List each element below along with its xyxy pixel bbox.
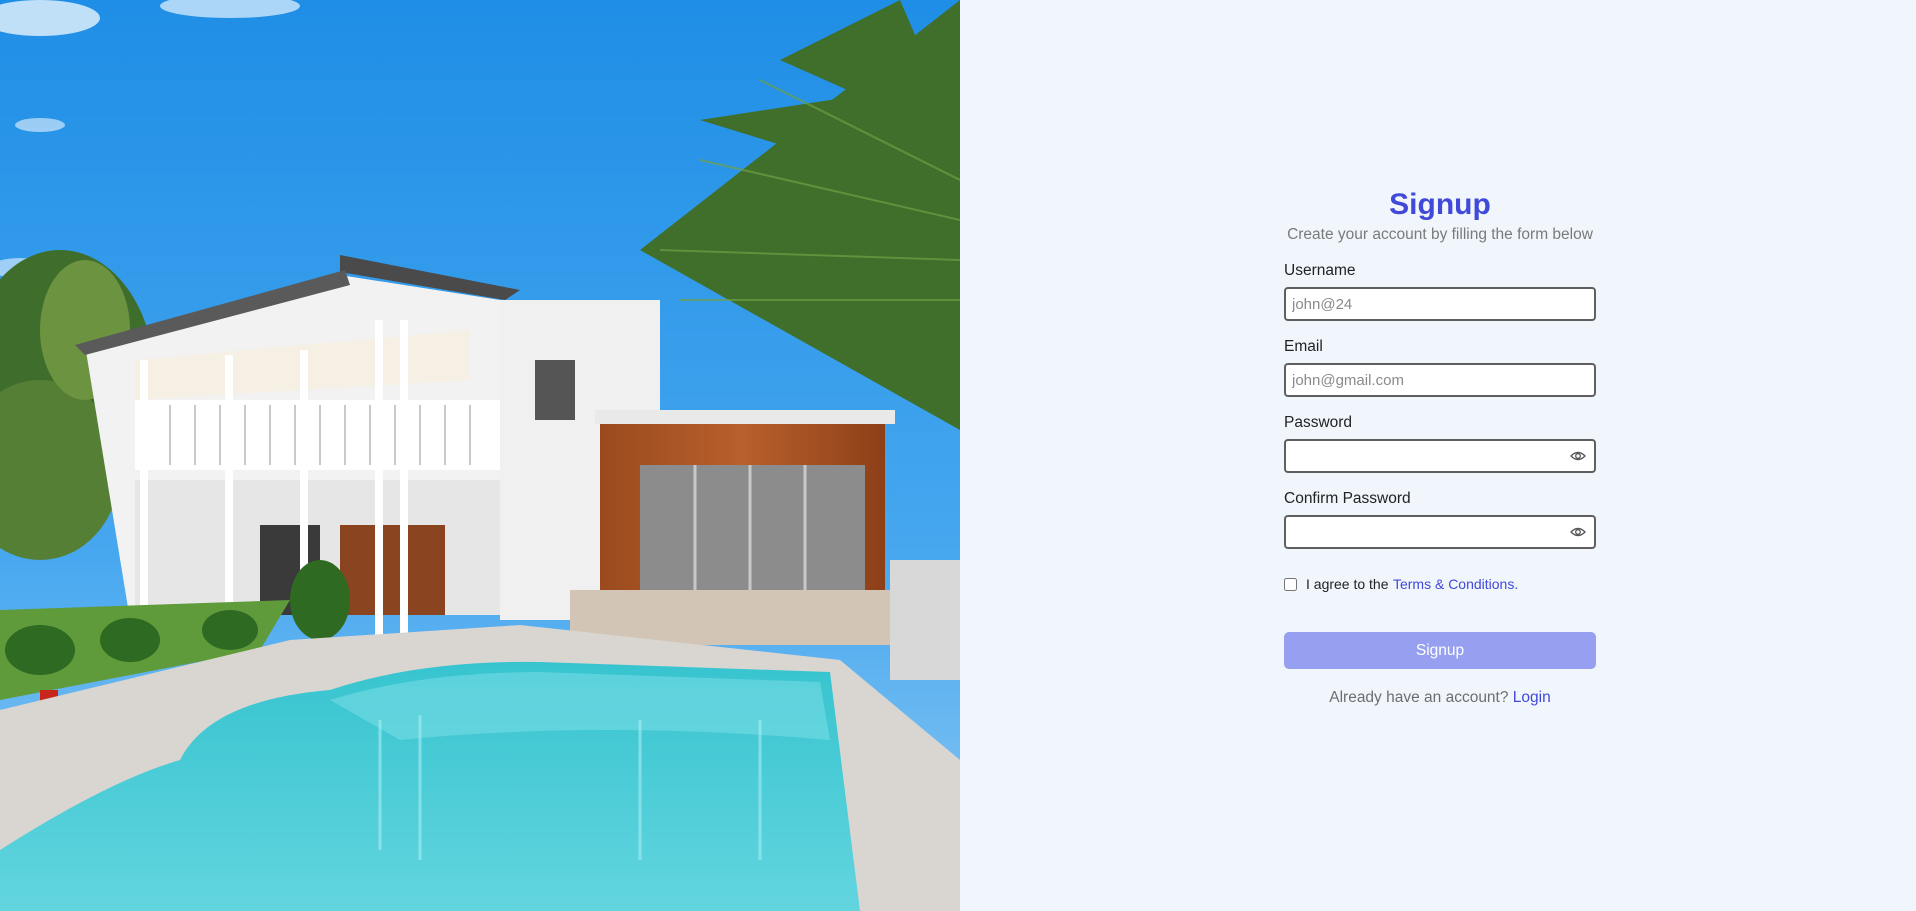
password-input-wrap xyxy=(1284,439,1596,473)
email-label: Email xyxy=(1284,338,1323,355)
username-label: Username xyxy=(1284,262,1356,279)
terms-suffix: . xyxy=(1514,576,1519,592)
signup-button[interactable]: Signup xyxy=(1284,632,1596,669)
login-question: Already have an account? xyxy=(1329,689,1513,706)
house-pool-illustration xyxy=(0,0,960,911)
confirm-password-field-group: Confirm Password xyxy=(1284,489,1596,549)
eye-icon[interactable] xyxy=(1570,525,1586,539)
terms-prefix: I agree to the xyxy=(1306,576,1389,592)
password-input[interactable] xyxy=(1284,439,1596,473)
eye-icon[interactable] xyxy=(1570,449,1586,463)
confirm-password-input-wrap xyxy=(1284,515,1596,549)
confirm-password-label: Confirm Password xyxy=(1284,490,1411,507)
confirm-password-input[interactable] xyxy=(1284,515,1596,549)
username-input[interactable] xyxy=(1284,287,1596,321)
password-field-group: Password xyxy=(1284,413,1596,473)
signup-form: Signup Create your account by filling th… xyxy=(1284,186,1596,708)
email-input[interactable] xyxy=(1284,363,1596,397)
login-link[interactable]: Login xyxy=(1513,689,1551,706)
terms-checkbox[interactable] xyxy=(1284,577,1297,591)
page-subtitle: Create your account by filling the form … xyxy=(1287,226,1593,243)
page-title: Signup xyxy=(1389,188,1491,221)
signup-panel: Signup Create your account by filling th… xyxy=(960,0,1916,911)
username-input-wrap xyxy=(1284,287,1596,321)
terms-row: I agree to the Terms & Conditions. xyxy=(1284,575,1596,593)
password-label: Password xyxy=(1284,414,1353,431)
email-input-wrap xyxy=(1284,363,1596,397)
username-field-group: Username xyxy=(1284,261,1596,321)
hero-photo xyxy=(0,0,960,911)
login-prompt: Already have an account? Login xyxy=(1284,688,1596,708)
email-field-group: Email xyxy=(1284,337,1596,397)
terms-link[interactable]: Terms & Conditions xyxy=(1393,576,1514,592)
